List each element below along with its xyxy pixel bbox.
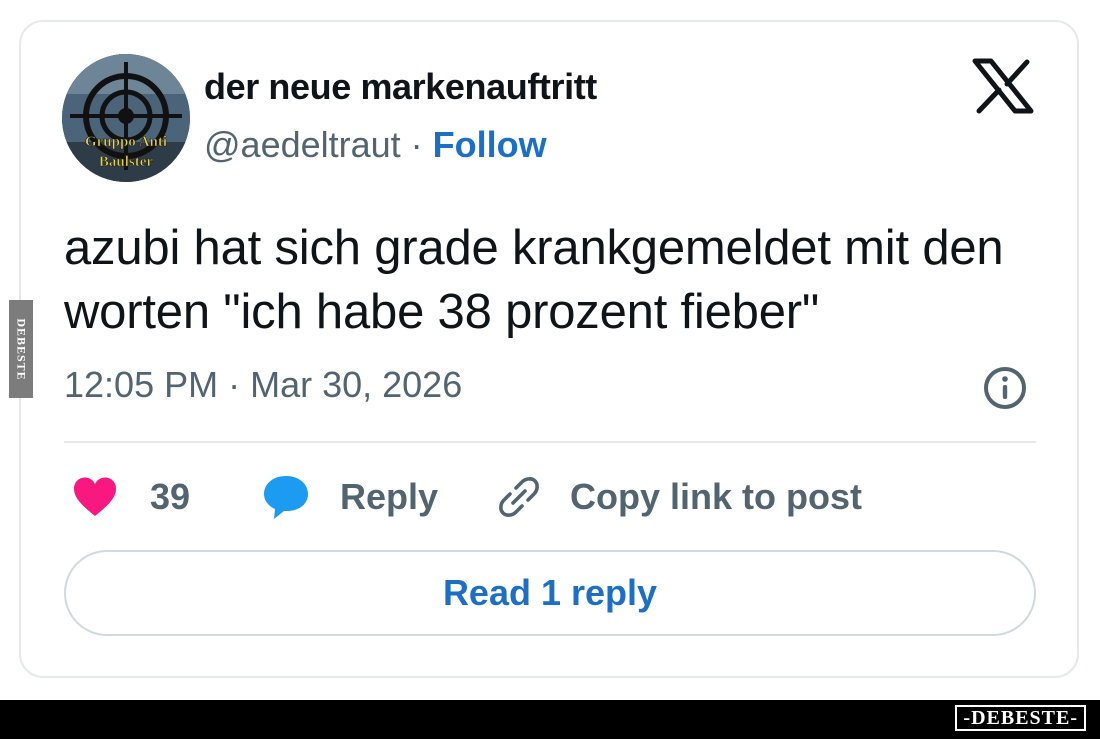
follow-link[interactable]: Follow [433,124,547,165]
like-button[interactable]: 39 [72,470,190,524]
like-count: 39 [150,476,191,517]
x-logo-icon[interactable] [972,58,1034,114]
read-replies-button[interactable]: Read 1 reply [64,550,1036,636]
avatar-image: Gruppo Anti Baulster [62,54,190,182]
handle[interactable]: @aedeltraut [204,124,401,165]
heart-icon [74,477,116,516]
bottom-bar: -DEBESTE- [0,700,1100,739]
side-watermark: DEBESTE [9,300,33,398]
info-icon[interactable] [982,365,1028,411]
link-icon [499,477,539,517]
tweet-text: azubi hat sich grade krankgemeldet mit d… [64,221,1004,339]
speech-bubble-icon [264,476,308,519]
copy-link-label: Copy link to post [570,476,862,517]
avatar[interactable]: Gruppo Anti Baulster [62,54,190,182]
copy-link-button[interactable]: Copy link to post [496,470,862,524]
divider [64,441,1036,443]
avatar-text-bottom: Baulster [99,154,154,170]
avatar-text-top: Gruppo Anti [85,134,167,150]
timestamp[interactable]: 12:05 PM · Mar 30, 2026 [64,364,462,406]
reply-button[interactable]: Reply [262,470,438,524]
separator: · [400,124,433,165]
side-watermark-text: DEBESTE [14,317,29,381]
handle-row: @aedeltraut · Follow [204,124,547,166]
watermark-logo: -DEBESTE- [955,705,1086,731]
display-name[interactable]: der neue markenauftritt [204,66,597,108]
reply-label: Reply [340,476,439,517]
